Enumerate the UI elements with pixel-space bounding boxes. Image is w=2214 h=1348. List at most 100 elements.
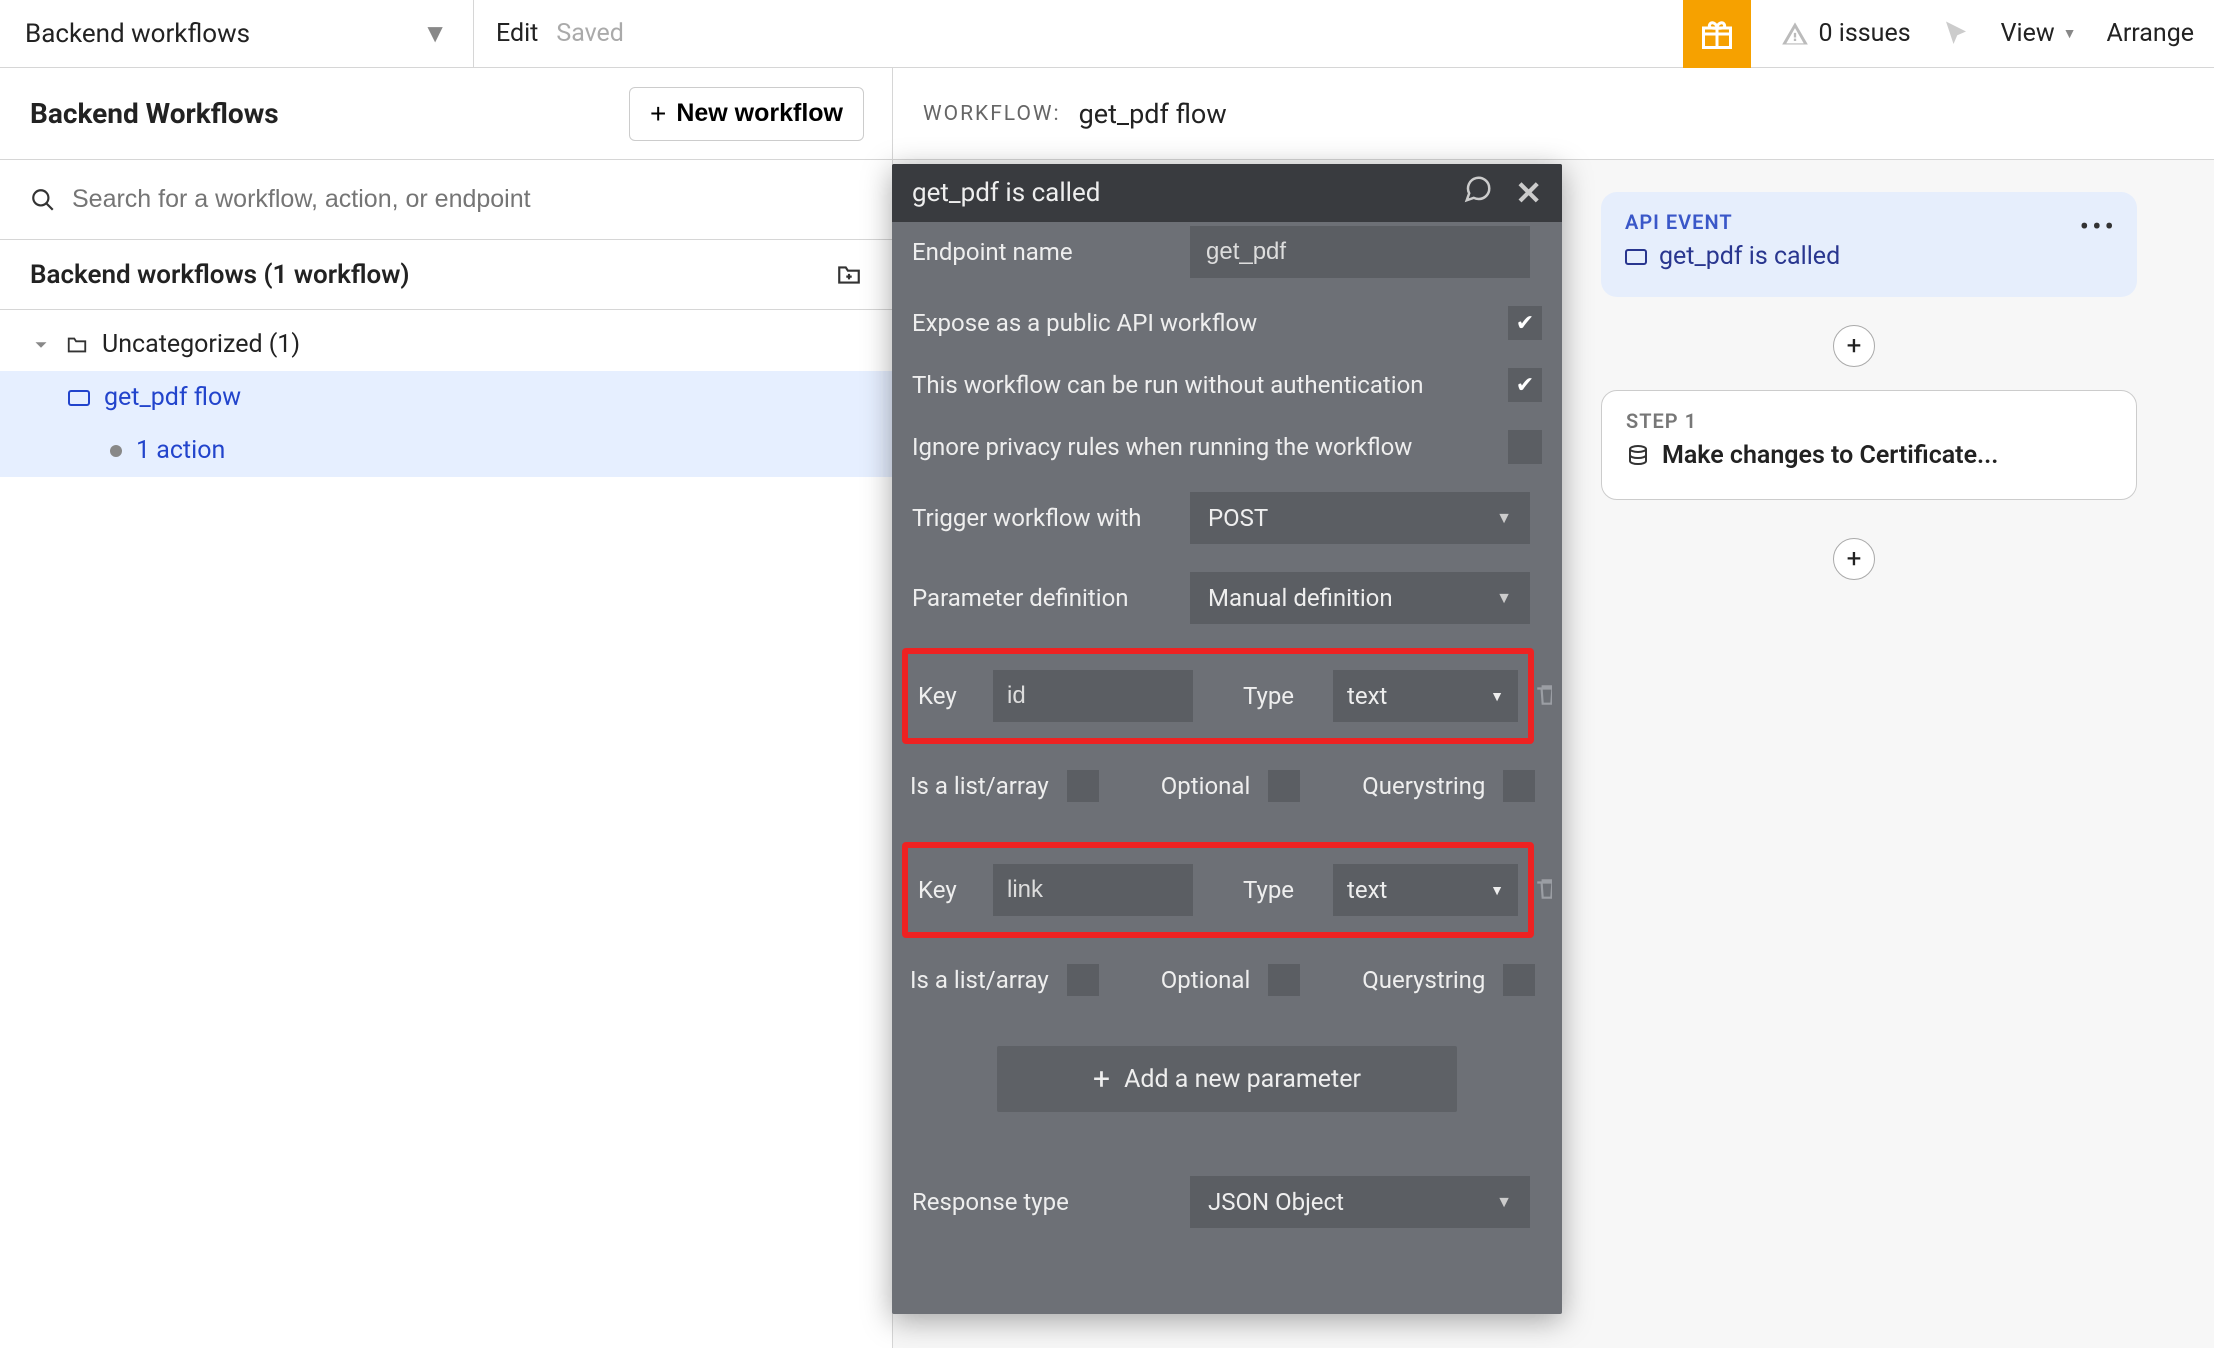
sidebar-title: Backend Workflows [30, 97, 279, 130]
popup-title: get_pdf is called [912, 178, 1100, 208]
optional-checkbox[interactable] [1268, 770, 1300, 802]
database-icon [1626, 444, 1650, 468]
tree-item-label: get_pdf flow [104, 383, 241, 412]
trigger-row: Trigger workflow with POST ▼ [902, 478, 1552, 558]
chevron-down-icon: ▼ [1490, 688, 1504, 705]
view-menu[interactable]: View ▼ [2001, 19, 2077, 48]
dot-icon [110, 445, 122, 457]
ignore-checkbox[interactable] [1508, 430, 1542, 464]
topbar-right: 0 issues View ▼ Arrange [1683, 0, 2214, 67]
paramdef-row: Parameter definition Manual definition ▼ [902, 558, 1552, 638]
new-workflow-label: New workflow [676, 99, 843, 128]
view-label: View [2001, 19, 2055, 48]
expose-checkbox[interactable] [1508, 306, 1542, 340]
noauth-checkbox[interactable] [1508, 368, 1542, 402]
saved-status: Saved [556, 19, 624, 48]
chevron-down-icon: ▼ [1496, 1192, 1512, 1212]
workflow-canvas-area: WORKFLOW: get_pdf flow API EVENT get_pdf… [893, 68, 2214, 1348]
paramdef-value: Manual definition [1208, 584, 1393, 612]
workflow-tree: Uncategorized (1) get_pdf flow 1 action [0, 310, 892, 485]
chevron-down-icon: ▼ [422, 18, 448, 49]
new-folder-icon[interactable] [836, 262, 862, 288]
page-selector-label: Backend workflows [25, 19, 250, 49]
type-label: Type [1243, 682, 1313, 710]
querystring-checkbox[interactable] [1503, 964, 1535, 996]
add-parameter-label: Add a new parameter [1124, 1065, 1361, 1094]
more-icon[interactable]: ••• [2080, 210, 2117, 243]
optional-label: Optional [1161, 772, 1251, 800]
islist-checkbox[interactable] [1067, 770, 1099, 802]
islist-label: Is a list/array [910, 966, 1049, 994]
expose-row: Expose as a public API workflow [902, 292, 1552, 354]
islist-checkbox[interactable] [1067, 964, 1099, 996]
endpoint-row: Endpoint name [902, 212, 1552, 292]
param-key-input[interactable] [993, 670, 1193, 722]
tree-item-action[interactable]: 1 action [0, 424, 892, 477]
search-input[interactable] [72, 185, 862, 214]
flow-icon [1625, 249, 1647, 265]
param-type-select[interactable]: text ▼ [1333, 864, 1518, 916]
response-value: JSON Object [1208, 1188, 1344, 1216]
param-type-select[interactable]: text ▼ [1333, 670, 1518, 722]
event-title: get_pdf is called [1659, 242, 1840, 271]
page-selector[interactable]: Backend workflows ▼ [0, 0, 474, 67]
param-key-input[interactable] [993, 864, 1193, 916]
param-type-value: text [1347, 876, 1387, 904]
flow-icon [68, 390, 90, 406]
comment-icon[interactable] [1463, 174, 1493, 212]
issues-indicator[interactable]: 0 issues [1781, 19, 1911, 48]
gift-icon[interactable] [1683, 0, 1751, 68]
tree-item-get-pdf-flow[interactable]: get_pdf flow [0, 371, 892, 424]
endpoint-input[interactable] [1190, 226, 1530, 278]
response-select[interactable]: JSON Object ▼ [1190, 1176, 1530, 1228]
step-card[interactable]: STEP 1 Make changes to Certificate... [1601, 390, 2137, 500]
trigger-value: POST [1208, 504, 1268, 532]
workflow-name: get_pdf flow [1079, 98, 1227, 130]
add-parameter-button[interactable]: + Add a new parameter [997, 1046, 1457, 1112]
expose-label: Expose as a public API workflow [912, 309, 1488, 337]
search-row [0, 160, 892, 240]
trigger-select[interactable]: POST ▼ [1190, 492, 1530, 544]
edit-menu[interactable]: Edit [496, 19, 538, 48]
optional-checkbox[interactable] [1268, 964, 1300, 996]
key-label: Key [918, 682, 973, 710]
chevron-down-icon: ▼ [1496, 588, 1512, 608]
querystring-label: Querystring [1362, 772, 1485, 800]
new-workflow-button[interactable]: + New workflow [629, 87, 864, 141]
ignore-label: Ignore privacy rules when running the wo… [912, 433, 1488, 461]
parameter-block: Key Type text ▼ [902, 842, 1534, 938]
param-flags-row: Is a list/array Optional Querystring [902, 754, 1552, 832]
cursor-icon[interactable] [1941, 19, 1971, 49]
chevron-down-icon: ▼ [1490, 882, 1504, 899]
trash-icon[interactable] [1534, 876, 1552, 904]
event-editor-popup: get_pdf is called ✕ Endpoint name E [892, 164, 1562, 1314]
noauth-label: This workflow can be run without authent… [912, 371, 1488, 399]
step-tag: STEP 1 [1626, 409, 2112, 433]
workflow-label: WORKFLOW: [923, 102, 1061, 126]
event-card[interactable]: API EVENT get_pdf is called ••• [1601, 192, 2137, 297]
parameter-block: Key Type text ▼ [902, 648, 1534, 744]
search-icon [30, 187, 56, 213]
param-type-value: text [1347, 682, 1387, 710]
folder-icon [66, 334, 88, 356]
key-label: Key [918, 876, 973, 904]
event-tag: API EVENT [1625, 210, 2113, 234]
tree-folder-uncategorized[interactable]: Uncategorized (1) [0, 318, 892, 371]
arrange-menu[interactable]: Arrange [2107, 19, 2194, 48]
add-step-button[interactable]: + [1833, 538, 1875, 580]
querystring-label: Querystring [1362, 966, 1485, 994]
issues-count: 0 issues [1819, 19, 1911, 48]
plus-icon: + [1093, 1062, 1110, 1097]
sidebar: Backend Workflows + New workflow Backend… [0, 68, 893, 1348]
optional-label: Optional [1161, 966, 1251, 994]
param-flags-row: Is a list/array Optional Querystring [902, 948, 1552, 1026]
step-title: Make changes to Certificate... [1662, 441, 1998, 470]
paramdef-label: Parameter definition [912, 584, 1170, 612]
trash-icon[interactable] [1534, 682, 1552, 710]
ignore-row: Ignore privacy rules when running the wo… [902, 416, 1552, 478]
querystring-checkbox[interactable] [1503, 770, 1535, 802]
paramdef-select[interactable]: Manual definition ▼ [1190, 572, 1530, 624]
add-step-button[interactable]: + [1833, 325, 1875, 367]
workflow-header: WORKFLOW: get_pdf flow [893, 68, 2214, 160]
close-icon[interactable]: ✕ [1515, 174, 1542, 212]
